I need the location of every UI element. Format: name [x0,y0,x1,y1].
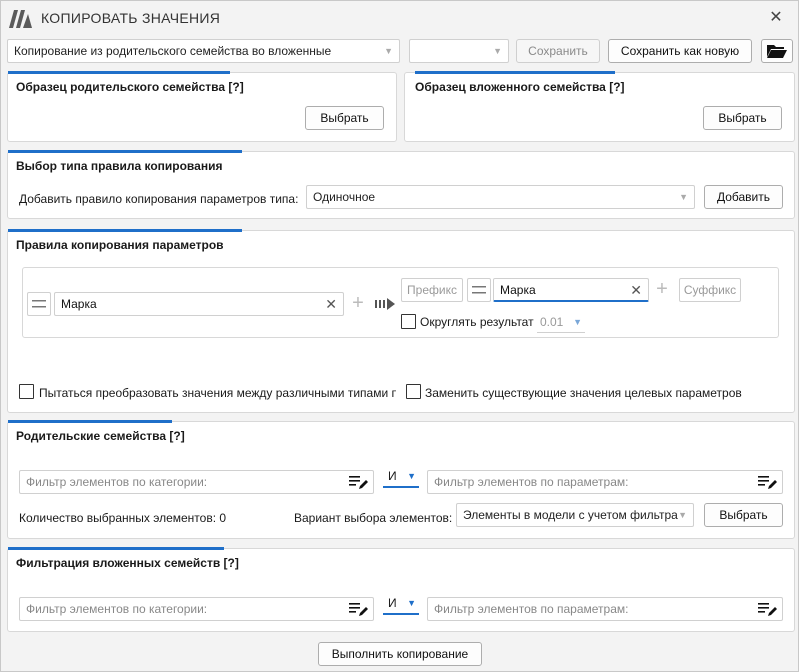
source-param-value: Марка [61,297,97,311]
add-rule-label: Добавить правило копирования параметров … [19,192,299,206]
parent-category-filter-input[interactable]: Фильтр элементов по категории: [19,470,374,494]
parent-category-filter-placeholder: Фильтр элементов по категории: [26,475,208,489]
chevron-down-icon: ▼ [407,598,416,608]
filter-edit-icon[interactable] [758,474,778,490]
rule-type-value: Одиночное [313,190,376,204]
clear-icon[interactable]: ✕ [630,279,642,300]
parent-families-select-button[interactable]: Выбрать [704,503,783,527]
open-folder-button[interactable] [761,39,793,63]
nested-category-filter-placeholder: Фильтр элементов по категории: [26,602,208,616]
nested-logic-combo[interactable]: И ▼ [383,593,419,615]
rules-title: Правила копирования параметров [16,238,224,252]
preset-value: Копирование из родительского семейства в… [14,44,332,58]
rule-type-panel: Выбор типа правила копирования Добавить … [7,150,795,219]
prefix-button[interactable]: Префикс [401,278,463,302]
main-window: КОПИРОВАТЬ ЗНАЧЕНИЯ ✕ Копирование из род… [0,0,799,672]
plus-icon[interactable]: + [347,292,369,316]
round-precision-combo[interactable]: 0.01 ▼ [537,311,585,333]
target-param-input[interactable]: Марка ✕ [493,278,649,302]
folder-open-icon [767,45,787,58]
panel-accent [415,71,615,74]
preset-combo[interactable]: Копирование из родительского семейства в… [7,39,400,63]
round-result-label: Округлять результат [420,315,534,329]
selected-count-label: Количество выбранных элементов: 0 [19,511,227,525]
round-result-checkbox[interactable] [401,314,416,329]
convert-types-checkbox[interactable] [19,384,34,399]
parent-logic-value: И [388,469,397,483]
panel-accent [8,71,230,74]
nested-category-filter-input[interactable]: Фильтр элементов по категории: [19,597,374,621]
nested-sample-panel: Образец вложенного семейства [?] Выбрать [404,71,795,142]
rule-row: Марка ✕ + Префикс Марка ✕ + Суффикс Окру… [22,267,779,338]
nested-families-panel: Фильтрация вложенных семейств [?] Фильтр… [7,547,795,632]
parent-logic-combo[interactable]: И ▼ [383,466,419,488]
rules-panel: Правила копирования параметров Марка ✕ +… [7,229,795,413]
rule-type-combo[interactable]: Одиночное ▼ [306,185,695,209]
panel-accent [8,547,224,550]
chevron-down-icon: ▼ [679,192,688,202]
arrow-right-icon [375,298,395,310]
save-button[interactable]: Сохранить [516,39,600,63]
suffix-button[interactable]: Суффикс [679,278,741,302]
variant-combo[interactable]: Элементы в модели с учетом фильтра ▼ [456,503,694,527]
variant-value: Элементы в модели с учетом фильтра [463,508,678,522]
replace-values-label: Заменить существующие значения целевых п… [425,386,742,400]
rule-type-title: Выбор типа правила копирования [16,159,223,173]
panel-accent [8,229,242,232]
filter-edit-icon[interactable] [758,601,778,617]
nested-sample-select-button[interactable]: Выбрать [703,106,782,130]
filter-edit-icon[interactable] [349,474,369,490]
round-precision-value: 0.01 [540,315,564,329]
chevron-down-icon: ▼ [493,46,502,56]
chevron-down-icon: ▼ [678,510,687,520]
chevron-down-icon: ▼ [573,317,582,327]
panel-accent [8,420,172,423]
parent-param-filter-placeholder: Фильтр элементов по параметрам: [434,475,629,489]
parent-families-panel: Родительские семейства [?] Фильтр элемен… [7,420,795,539]
convert-types-label: Пытаться преобразовать значения между ра… [39,386,396,400]
window-title: КОПИРОВАТЬ ЗНАЧЕНИЯ [41,10,221,26]
run-copy-button[interactable]: Выполнить копирование [318,642,482,666]
nested-param-filter-placeholder: Фильтр элементов по параметрам: [434,602,629,616]
add-rule-button[interactable]: Добавить [704,185,783,209]
plus-icon[interactable]: + [651,278,673,302]
parent-sample-panel: Образец родительского семейства [?] Выбр… [7,71,397,142]
clear-icon[interactable]: ✕ [325,293,337,315]
variant-label: Вариант выбора элементов: [294,511,453,525]
save-as-new-button[interactable]: Сохранить как новую [608,39,752,63]
chevron-down-icon: ▼ [407,471,416,481]
replace-values-checkbox[interactable] [406,384,421,399]
nested-logic-value: И [388,596,397,610]
panel-accent [8,150,242,153]
drag-handle-icon[interactable] [467,278,491,302]
chevron-down-icon: ▼ [384,46,393,56]
secondary-combo[interactable]: ▼ [409,39,509,63]
logo-icon [9,10,32,28]
parent-families-title: Родительские семейства [?] [16,429,185,443]
parent-sample-title: Образец родительского семейства [?] [16,80,244,94]
source-param-input[interactable]: Марка ✕ [54,292,344,316]
drag-handle-icon[interactable] [27,292,51,316]
nested-sample-title: Образец вложенного семейства [?] [415,80,625,94]
parent-sample-select-button[interactable]: Выбрать [305,106,384,130]
nested-families-title: Фильтрация вложенных семейств [?] [16,556,239,570]
target-param-value: Марка [500,283,536,297]
nested-param-filter-input[interactable]: Фильтр элементов по параметрам: [427,597,783,621]
close-icon[interactable]: ✕ [765,7,787,29]
filter-edit-icon[interactable] [349,601,369,617]
parent-param-filter-input[interactable]: Фильтр элементов по параметрам: [427,470,783,494]
